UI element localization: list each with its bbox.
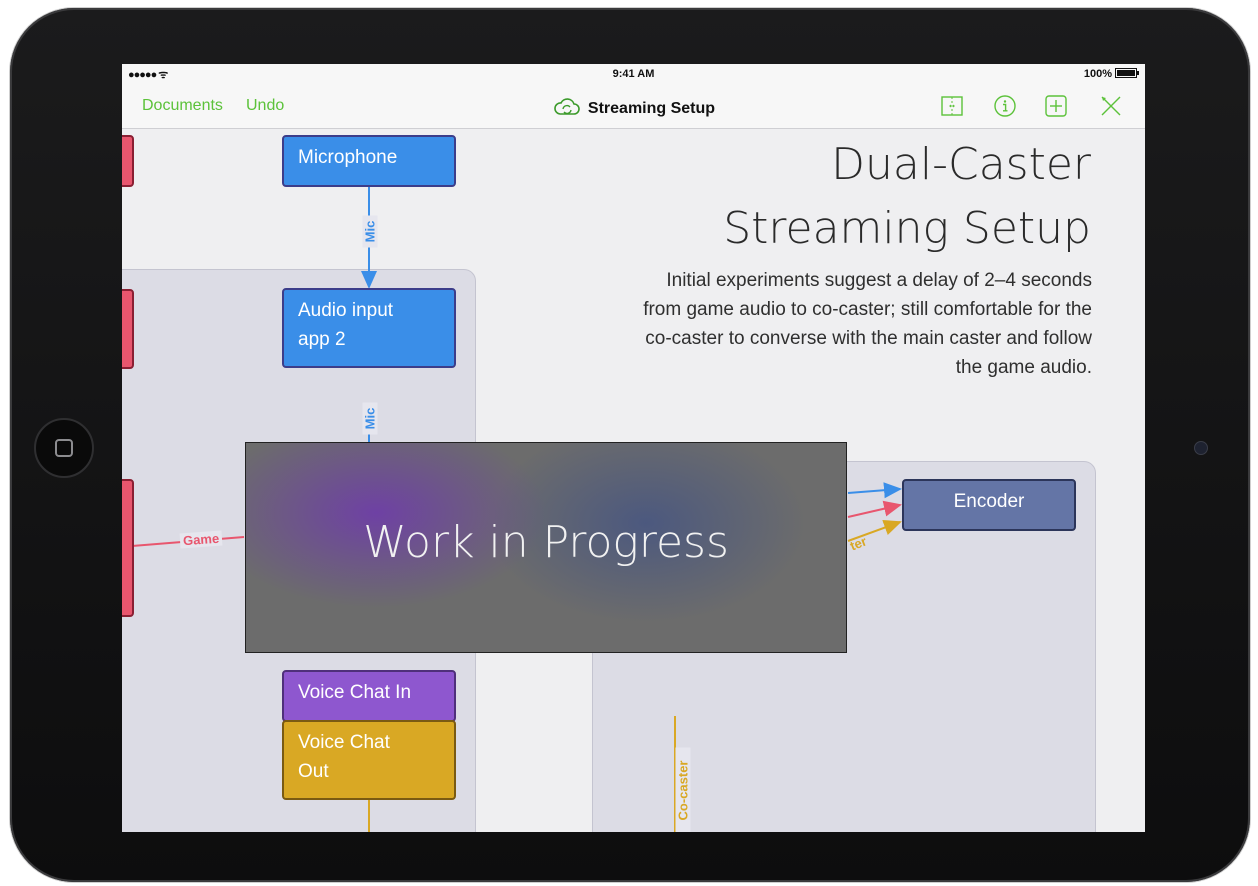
node-voice-chat-in[interactable]: Voice Chat In: [282, 670, 456, 722]
edge-label-co-caster: Co-caster: [675, 747, 691, 832]
edge-mic-to-encoder: [847, 482, 902, 499]
add-shape-icon[interactable]: [1044, 94, 1068, 118]
node-voice-chat-out-label-line1: Voice Chat: [298, 732, 390, 753]
node-microphone-label: Microphone: [298, 147, 398, 168]
navigation-bar: Documents Undo Streaming Setup: [122, 84, 1145, 129]
node-audio-input-app-2[interactable]: Audio input app 2: [282, 288, 456, 368]
diagram-description[interactable]: Initial experiments suggest a delay of 2…: [632, 266, 1092, 382]
diagram-title-line2[interactable]: Streaming Setup: [723, 203, 1091, 254]
document-title-bar[interactable]: Streaming Setup: [122, 95, 1145, 119]
tools-icon[interactable]: [1099, 94, 1123, 118]
inspector-toggle-icon[interactable]: [940, 94, 964, 118]
edge-label-game: Game: [179, 530, 223, 549]
node-encoder-label: Encoder: [953, 491, 1025, 512]
diagram-title-line1[interactable]: Dual-Caster: [831, 139, 1091, 190]
node-voice-chat-out-label-line2: Out: [298, 761, 329, 782]
status-bar: ●●●●● ᯤ 9:41 AM 100%: [122, 64, 1145, 84]
node-microphone[interactable]: Microphone: [282, 135, 456, 187]
battery-percent: 100%: [1083, 68, 1112, 80]
front-camera: [1194, 441, 1208, 455]
home-button[interactable]: [34, 418, 94, 478]
home-button-icon: [55, 439, 73, 457]
edge-label-mic-2: Mic: [362, 402, 378, 435]
battery-indicator: 100%: [1083, 68, 1139, 80]
node-red-offscreen-2[interactable]: [122, 289, 134, 369]
work-in-progress-text: Work in Progress: [363, 517, 729, 568]
node-voice-chat-in-label: Voice Chat In: [298, 682, 412, 703]
node-audio-input-label-line2: app 2: [298, 329, 346, 350]
document-title: Streaming Setup: [587, 100, 716, 117]
work-in-progress-overlay: Work in Progress: [245, 442, 847, 653]
cloud-sync-icon: [554, 98, 580, 115]
node-red-offscreen-1[interactable]: [122, 135, 134, 187]
node-encoder[interactable]: Encoder: [902, 479, 1076, 531]
battery-icon: [1115, 68, 1139, 78]
edge-label-mic-1: Mic: [362, 215, 378, 248]
status-time: 9:41 AM: [612, 68, 655, 80]
node-voice-chat-out[interactable]: Voice Chat Out: [282, 720, 456, 800]
edge-game-to-encoder: [847, 500, 902, 518]
node-audio-input-label-line1: Audio input: [298, 300, 394, 321]
node-red-offscreen-3[interactable]: [122, 479, 134, 617]
info-icon[interactable]: [993, 94, 1017, 118]
